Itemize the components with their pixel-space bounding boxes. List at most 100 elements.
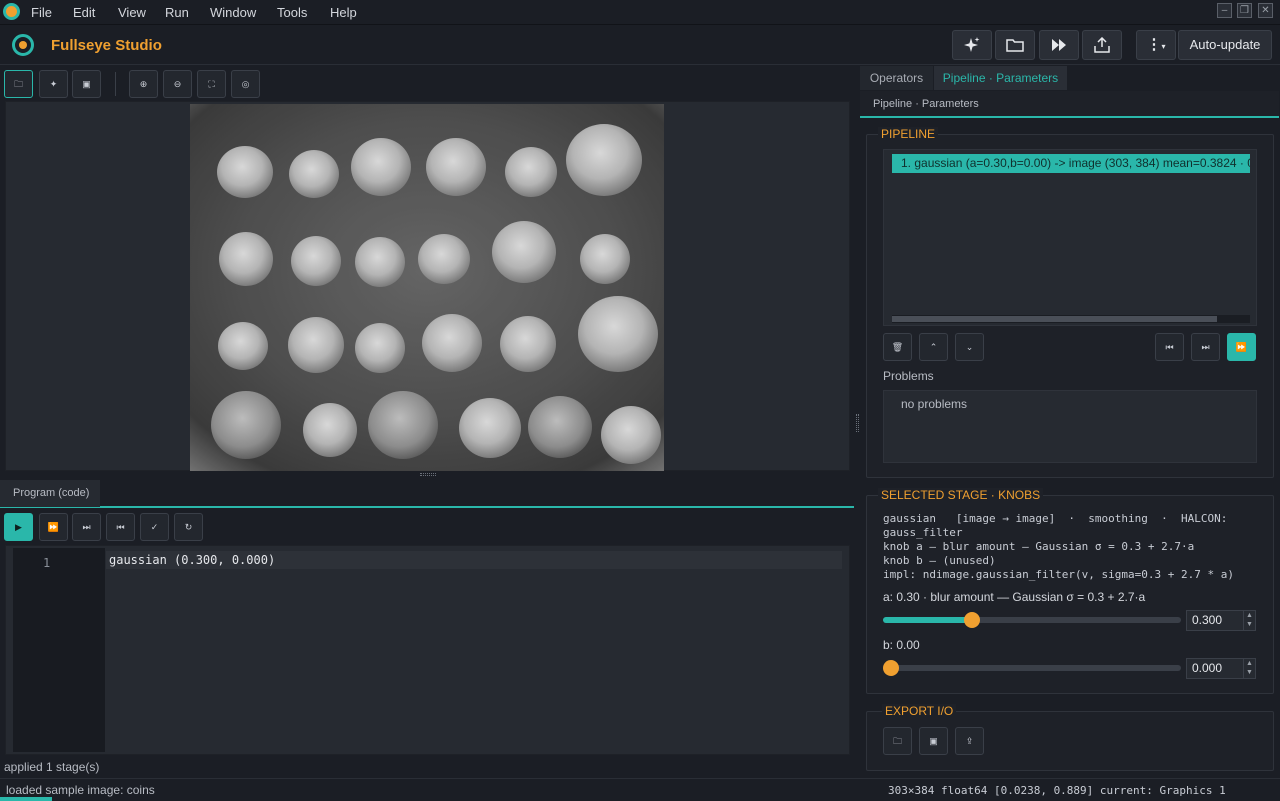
- pipeline-item[interactable]: 1. gaussian (a=0.30,b=0.00) -> image (30…: [892, 154, 1250, 173]
- minimize-icon[interactable]: –: [1217, 3, 1232, 18]
- export-save-button[interactable]: ▣: [919, 727, 948, 755]
- chevron-up-icon: ⌃: [929, 342, 938, 352]
- save-image-button[interactable]: ▣: [72, 70, 101, 98]
- pipeline-title: PIPELINE: [878, 127, 939, 141]
- delete-stage-button[interactable]: 🗑: [883, 333, 912, 361]
- fit-view-button[interactable]: ⛶: [197, 70, 226, 98]
- tab-pipeline-parameters[interactable]: Pipeline · Parameters: [934, 66, 1067, 90]
- stage-doc-line: impl: ndimage.gaussian_filter(v, sigma=0…: [883, 568, 1234, 581]
- knob-a-slider-handle[interactable]: [964, 612, 980, 628]
- sparkle-icon: [964, 37, 980, 52]
- coins-image: [190, 104, 664, 471]
- fit-screen-icon: ⛶: [208, 79, 215, 89]
- restore-icon[interactable]: ❐: [1237, 3, 1252, 18]
- run-all-program-button[interactable]: ⏩: [39, 513, 68, 541]
- spin-arrows-icon[interactable]: ▲ ▼: [1243, 611, 1255, 630]
- knob-a-spinbox[interactable]: 0.300 ▲ ▼: [1186, 610, 1256, 631]
- target-icon: ◎: [241, 79, 250, 89]
- run-to-end-button[interactable]: ⏩: [1227, 333, 1256, 361]
- breadcrumb-label: Pipeline · Parameters: [873, 98, 979, 110]
- code-editor[interactable]: 1 gaussian (0.300, 0.000): [5, 545, 850, 755]
- problems-label: Problems: [883, 369, 934, 383]
- magic-wand-button[interactable]: [952, 30, 992, 60]
- horizontal-scrollbar[interactable]: [892, 315, 1250, 323]
- line-number-gutter: 1: [13, 548, 105, 752]
- tab-operators[interactable]: Operators: [860, 66, 933, 90]
- refresh-icon: ↻: [184, 522, 193, 532]
- zoom-in-button[interactable]: ⊕: [129, 70, 158, 98]
- program-status-message: applied 1 stage(s): [4, 760, 100, 774]
- right-panel-tabs: Operators Pipeline · Parameters: [860, 66, 1280, 90]
- check-button[interactable]: ✓: [140, 513, 169, 541]
- status-right-text: 303×384 float64 [0.0238, 0.889] current:…: [888, 784, 1226, 797]
- save-icon: ▣: [929, 736, 938, 746]
- zoom-out-button[interactable]: ⊖: [163, 70, 192, 98]
- knob-a-slider[interactable]: [883, 612, 1181, 628]
- pipeline-list[interactable]: 1. gaussian (a=0.30,b=0.00) -> image (30…: [883, 149, 1257, 326]
- app-logo-icon: [12, 34, 34, 56]
- move-up-button[interactable]: ⌃: [919, 333, 948, 361]
- folder-icon: 🗀: [13, 79, 23, 89]
- reload-button[interactable]: ↻: [174, 513, 203, 541]
- knob-a-label: a: 0.30 · blur amount — Gaussian σ = 0.3…: [883, 590, 1146, 604]
- step-forward-button[interactable]: ⏭: [72, 513, 101, 541]
- chevron-down-icon: ⌄: [965, 342, 974, 352]
- step-forward-stage-button[interactable]: ⏭: [1191, 333, 1220, 361]
- program-tabbar: Program (code): [0, 480, 854, 508]
- skip-next-icon: ⏭: [82, 522, 91, 532]
- menu-tools[interactable]: Tools: [277, 5, 307, 20]
- tab-program-code[interactable]: Program (code): [0, 480, 100, 507]
- app-menu-logo-icon: [3, 3, 20, 20]
- open-image-button[interactable]: 🗀: [4, 70, 33, 98]
- knob-b-slider-handle[interactable]: [883, 660, 899, 676]
- code-line[interactable]: gaussian (0.300, 0.000): [106, 551, 842, 569]
- stage-doc-line: knob b — (unused): [883, 554, 996, 567]
- step-back-stage-button[interactable]: ⏮: [1155, 333, 1184, 361]
- run-button[interactable]: ▶: [4, 513, 33, 541]
- scrollbar-thumb[interactable]: [892, 316, 1217, 322]
- trash-icon: 🗑: [891, 342, 904, 352]
- menu-bar: File Edit View Run Window Tools Help – ❐…: [0, 0, 1280, 25]
- menu-window[interactable]: Window: [210, 5, 256, 20]
- menu-help[interactable]: Help: [330, 5, 357, 20]
- line-number: 1: [43, 556, 51, 570]
- auto-update-button[interactable]: Auto-update: [1178, 30, 1272, 60]
- menu-file[interactable]: File: [31, 5, 52, 20]
- stage-doc-line: gaussian [image → image] · smoothing · H…: [883, 512, 1228, 525]
- app-header: Fullseye Studio ⋮▾ Auto-update: [0, 26, 1280, 65]
- sparkle-icon: ✦: [49, 79, 58, 89]
- menu-run[interactable]: Run: [165, 5, 189, 20]
- skip-next-icon: ⏭: [1201, 342, 1210, 352]
- skip-previous-icon: ⏮: [116, 522, 125, 532]
- kebab-menu-icon: ⋮: [1146, 36, 1162, 53]
- progress-indicator: [0, 797, 52, 801]
- stage-doc-line: knob a — blur amount — Gaussian σ = 0.3 …: [883, 540, 1195, 553]
- reset-view-button[interactable]: ◎: [231, 70, 260, 98]
- spin-arrows-icon[interactable]: ▲ ▼: [1243, 659, 1255, 678]
- vertical-splitter-handle[interactable]: [420, 473, 436, 476]
- open-folder-button[interactable]: [995, 30, 1035, 60]
- export-open-button[interactable]: 🗀: [883, 727, 912, 755]
- knob-b-slider[interactable]: [883, 660, 1181, 676]
- generate-button[interactable]: ✦: [39, 70, 68, 98]
- toolbar-divider: [115, 72, 116, 96]
- run-all-button[interactable]: [1039, 30, 1079, 60]
- close-icon[interactable]: ✕: [1258, 3, 1273, 18]
- problems-text: no problems: [901, 397, 968, 411]
- step-back-button[interactable]: ⏮: [106, 513, 135, 541]
- share-icon: [1094, 36, 1110, 53]
- check-icon: ✓: [150, 522, 159, 532]
- menu-edit[interactable]: Edit: [73, 5, 95, 20]
- export-button[interactable]: [1082, 30, 1122, 60]
- save-icon: ▣: [82, 79, 91, 89]
- menu-view[interactable]: View: [118, 5, 146, 20]
- more-options-button[interactable]: ⋮▾: [1136, 30, 1176, 60]
- status-left-text: loaded sample image: coins: [6, 783, 155, 797]
- knob-a-slider-fill: [883, 617, 972, 623]
- selected-stage-title: SELECTED STAGE · KNOBS: [878, 488, 1044, 502]
- knob-b-spinbox[interactable]: 0.000 ▲ ▼: [1186, 658, 1256, 679]
- export-share-button[interactable]: ⇪: [955, 727, 984, 755]
- horizontal-splitter-handle[interactable]: [856, 414, 859, 432]
- fast-forward-icon: [1052, 39, 1066, 51]
- move-down-button[interactable]: ⌄: [955, 333, 984, 361]
